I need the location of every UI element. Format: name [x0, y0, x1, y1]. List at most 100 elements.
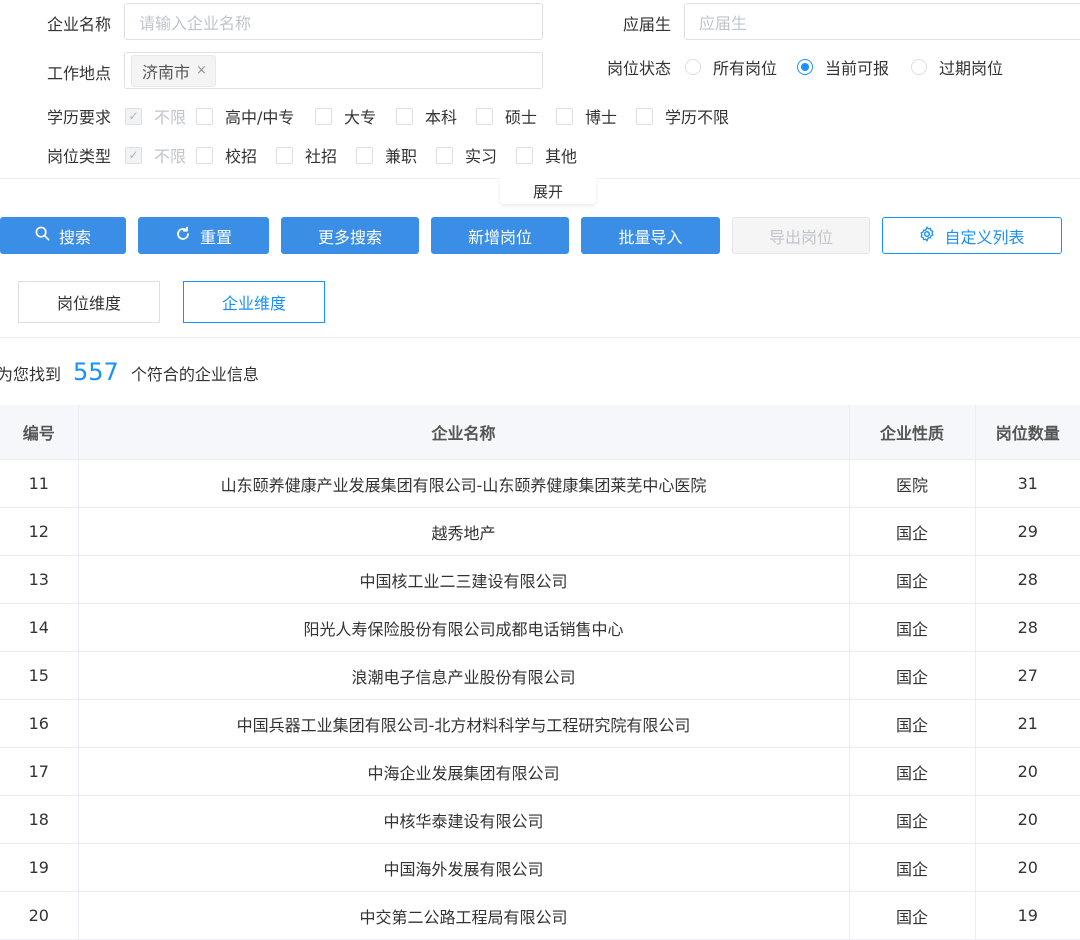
- table-row[interactable]: 17 中海企业发展集团有限公司 国企 20: [0, 747, 1080, 796]
- checkbox[interactable]: [396, 107, 413, 125]
- location-tag-text: 济南市: [142, 62, 191, 82]
- result-prefix: 为您找到: [0, 365, 62, 384]
- table-row[interactable]: 18 中核华泰建设有限公司 国企 20: [0, 795, 1080, 844]
- fresh-grad-select[interactable]: 应届生: [684, 3, 1080, 40]
- checkbox[interactable]: [516, 146, 533, 164]
- company-name-input[interactable]: 请输入企业名称: [124, 3, 543, 40]
- cell-company-name[interactable]: 山东颐养健康产业发展集团有限公司-山东颐养健康集团莱芜中心医院: [78, 459, 850, 508]
- reset-button[interactable]: 重置: [138, 217, 269, 254]
- location-select[interactable]: 济南市 ×: [124, 52, 543, 89]
- job-type-option-intern[interactable]: 实习: [436, 143, 497, 167]
- option-label: 本科: [425, 108, 458, 127]
- custom-list-button[interactable]: 自定义列表: [882, 217, 1062, 254]
- table-row[interactable]: 11 山东颐养健康产业发展集团有限公司-山东颐养健康集团莱芜中心医院 医院 31: [0, 459, 1080, 508]
- option-label: 不限: [154, 147, 187, 166]
- status-radio-label: 当前可报: [825, 59, 890, 78]
- checkbox[interactable]: [315, 107, 332, 125]
- table-row[interactable]: 19 中国海外发展有限公司 国企 20: [0, 843, 1080, 892]
- status-radio-current[interactable]: 当前可报: [797, 55, 889, 79]
- cell-company-type: 国企: [849, 747, 976, 796]
- option-label: 博士: [585, 108, 618, 127]
- cell-company-name[interactable]: 中交第二公路工程局有限公司: [78, 891, 850, 940]
- radio-circle-selected[interactable]: [797, 59, 813, 75]
- location-label: 工作地点: [47, 64, 112, 83]
- cell-id: 16: [0, 699, 79, 748]
- education-option-highschool[interactable]: 高中/中专: [196, 104, 294, 128]
- search-button[interactable]: 搜索: [0, 217, 126, 254]
- cell-company-type: 国企: [849, 843, 976, 892]
- education-option-phd[interactable]: 博士: [556, 104, 617, 128]
- education-option-master[interactable]: 硕士: [476, 104, 537, 128]
- add-job-button[interactable]: 新增岗位: [431, 217, 569, 254]
- checkbox[interactable]: [356, 146, 373, 164]
- checkbox[interactable]: [276, 146, 293, 164]
- expand-toggle[interactable]: 展开: [500, 178, 596, 204]
- header-id[interactable]: 编号: [0, 405, 79, 460]
- checkbox[interactable]: [636, 107, 653, 125]
- cell-company-name[interactable]: 浪潮电子信息产业股份有限公司: [78, 651, 850, 700]
- table-row[interactable]: 12 越秀地产 国企 29: [0, 507, 1080, 556]
- job-type-option-other[interactable]: 其他: [516, 143, 577, 167]
- radio-circle[interactable]: [685, 59, 701, 75]
- cell-id: 15: [0, 651, 79, 700]
- company-name-label: 企业名称: [47, 15, 112, 34]
- job-type-label: 岗位类型: [47, 147, 112, 166]
- education-option-bachelor[interactable]: 本科: [396, 104, 457, 128]
- gear-icon: [919, 226, 935, 246]
- company-name-placeholder: 请输入企业名称: [139, 13, 252, 33]
- header-job-count[interactable]: 岗位数量: [975, 405, 1080, 460]
- cell-company-name[interactable]: 中海企业发展集团有限公司: [78, 747, 850, 796]
- result-count: 557: [73, 358, 119, 386]
- table-row[interactable]: 16 中国兵器工业集团有限公司-北方材料科学与工程研究院有限公司 国企 21: [0, 699, 1080, 748]
- job-type-option-parttime[interactable]: 兼职: [356, 143, 417, 167]
- option-label: 校招: [225, 147, 258, 166]
- education-option-college[interactable]: 大专: [315, 104, 376, 128]
- close-icon[interactable]: ×: [196, 63, 207, 78]
- cell-company-name[interactable]: 中核华泰建设有限公司: [78, 795, 850, 844]
- more-search-button[interactable]: 更多搜索: [281, 217, 419, 254]
- cell-company-name[interactable]: 中国核工业二三建设有限公司: [78, 555, 850, 604]
- cell-company-type: 国企: [849, 795, 976, 844]
- location-tag: 济南市 ×: [131, 54, 216, 87]
- radio-circle[interactable]: [911, 59, 927, 75]
- cell-company-type: 国企: [849, 699, 976, 748]
- table-row[interactable]: 14 阳光人寿保险股份有限公司成都电话销售中心 国企 28: [0, 603, 1080, 652]
- cell-company-type: 国企: [849, 555, 976, 604]
- job-type-option-campus[interactable]: 校招: [196, 143, 257, 167]
- batch-import-button[interactable]: 批量导入: [581, 217, 720, 254]
- cell-company-type: 国企: [849, 603, 976, 652]
- header-company-name[interactable]: 企业名称: [78, 405, 850, 460]
- table-row[interactable]: 20 中交第二公路工程局有限公司 国企 19: [0, 891, 1080, 940]
- table-row[interactable]: 15 浪潮电子信息产业股份有限公司 国企 27: [0, 651, 1080, 700]
- table-row[interactable]: 13 中国核工业二三建设有限公司 国企 28: [0, 555, 1080, 604]
- tab-job-dimension[interactable]: 岗位维度: [18, 281, 160, 323]
- education-option-unlimited[interactable]: 学历不限: [636, 104, 729, 128]
- option-label: 学历不限: [665, 108, 730, 127]
- cell-id: 19: [0, 843, 79, 892]
- cell-company-name[interactable]: 中国海外发展有限公司: [78, 843, 850, 892]
- status-radio-all[interactable]: 所有岗位: [685, 55, 777, 79]
- section-divider: [0, 337, 1080, 338]
- education-label: 学历要求: [47, 108, 112, 127]
- checkbox[interactable]: [556, 107, 573, 125]
- cell-company-name[interactable]: 中国兵器工业集团有限公司-北方材料科学与工程研究院有限公司: [78, 699, 850, 748]
- job-type-option-any[interactable]: ✓ 不限: [125, 143, 186, 167]
- cell-company-name[interactable]: 越秀地产: [78, 507, 850, 556]
- job-type-option-social[interactable]: 社招: [276, 143, 337, 167]
- cell-company-type: 国企: [849, 891, 976, 940]
- checkbox[interactable]: [196, 146, 213, 164]
- check-icon: ✓: [125, 107, 142, 125]
- header-company-type[interactable]: 企业性质: [849, 405, 976, 460]
- checkbox[interactable]: [436, 146, 453, 164]
- status-radio-expired[interactable]: 过期岗位: [911, 55, 1003, 79]
- tab-company-dimension[interactable]: 企业维度: [183, 281, 325, 323]
- status-label: 岗位状态: [607, 59, 672, 78]
- cell-company-name[interactable]: 阳光人寿保险股份有限公司成都电话销售中心: [78, 603, 850, 652]
- checkbox[interactable]: [196, 107, 213, 125]
- export-jobs-button[interactable]: 导出岗位: [732, 217, 870, 254]
- cell-id: 18: [0, 795, 79, 844]
- search-button-label: 搜索: [58, 227, 91, 247]
- education-option-any[interactable]: ✓ 不限: [125, 104, 186, 128]
- checkbox[interactable]: [476, 107, 493, 125]
- cell-id: 11: [0, 459, 79, 508]
